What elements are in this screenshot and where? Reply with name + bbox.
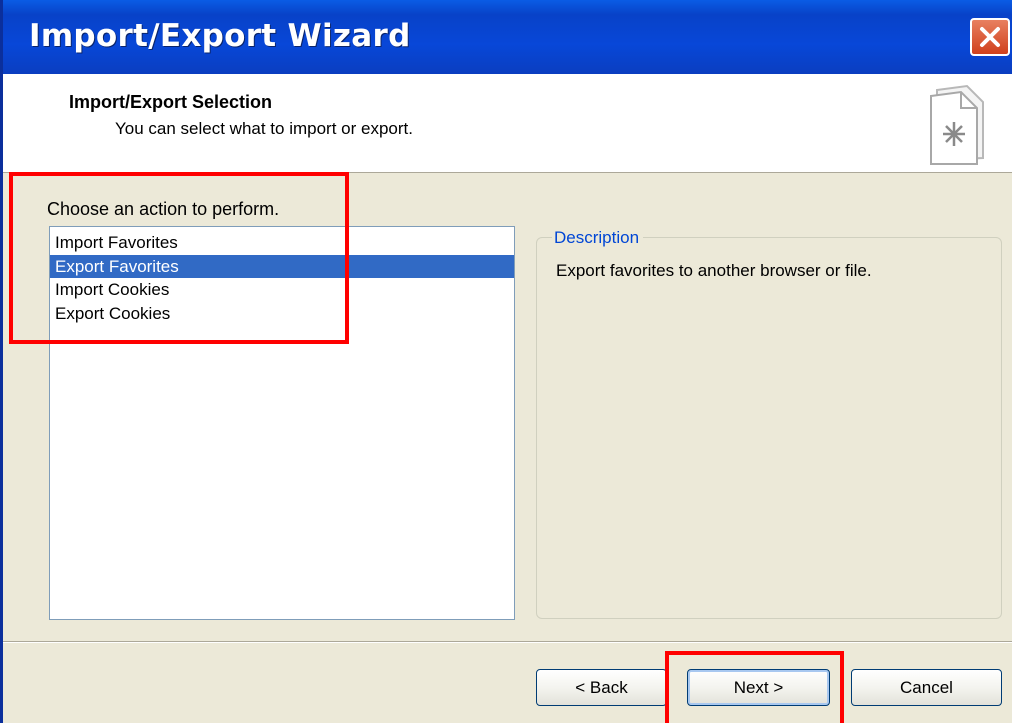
wizard-window: Import/Export Wizard Import/Export Selec… [0, 0, 1012, 723]
list-item-export-cookies[interactable]: Export Cookies [50, 302, 514, 326]
back-button[interactable]: < Back [536, 669, 667, 706]
wizard-page-icon [930, 84, 984, 165]
list-item-export-favorites[interactable]: Export Favorites [50, 254, 514, 278]
footer-divider [3, 641, 1012, 643]
next-button[interactable]: Next > [687, 669, 830, 706]
title-bar[interactable]: Import/Export Wizard [3, 0, 1012, 74]
description-group [536, 237, 1002, 619]
close-button[interactable] [970, 18, 1010, 56]
page-title: Import/Export Selection [69, 92, 273, 112]
list-item-import-cookies[interactable]: Import Cookies [50, 278, 514, 302]
header-panel: Import/Export Selection You can select w… [3, 74, 1012, 173]
description-text: Export favorites to another browser or f… [556, 261, 872, 280]
list-item-import-favorites[interactable]: Import Favorites [50, 231, 514, 255]
window-title: Import/Export Wizard [29, 18, 411, 54]
action-listbox[interactable]: Import Favorites Export Favorites Import… [49, 226, 515, 620]
action-list-label: Choose an action to perform. [47, 199, 280, 219]
description-legend: Description [552, 228, 644, 248]
cancel-button[interactable]: Cancel [851, 669, 1002, 706]
page-subtitle: You can select what to import or export. [115, 119, 413, 138]
close-icon [980, 27, 1000, 47]
